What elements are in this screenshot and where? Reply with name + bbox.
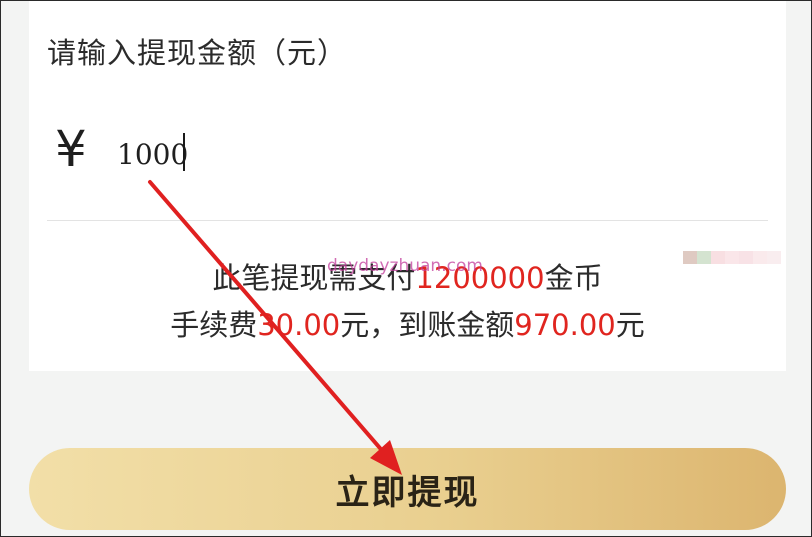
fee-amount: 30.00 — [257, 308, 341, 342]
currency-yen-icon: ¥ — [55, 120, 87, 178]
withdraw-now-button[interactable]: 立即提现 — [29, 448, 786, 530]
fee-line: 手续费30.00元，到账金额970.00元 — [29, 302, 786, 344]
amount-field-label: 请输入提现金额（元） — [47, 36, 348, 70]
amount-input[interactable] — [117, 132, 517, 176]
divider — [47, 220, 768, 221]
net-prefix: 元，到账金额 — [340, 308, 515, 342]
net-amount: 970.00 — [514, 308, 616, 342]
watermark: daydayzhuan.com — [327, 256, 483, 276]
coin-cost-suffix: 金币 — [544, 261, 603, 295]
net-suffix: 元 — [615, 308, 645, 342]
text-caret — [183, 133, 185, 171]
fee-prefix: 手续费 — [170, 308, 258, 342]
blurred-avatar — [683, 251, 783, 277]
amount-row: ¥ — [47, 118, 768, 194]
